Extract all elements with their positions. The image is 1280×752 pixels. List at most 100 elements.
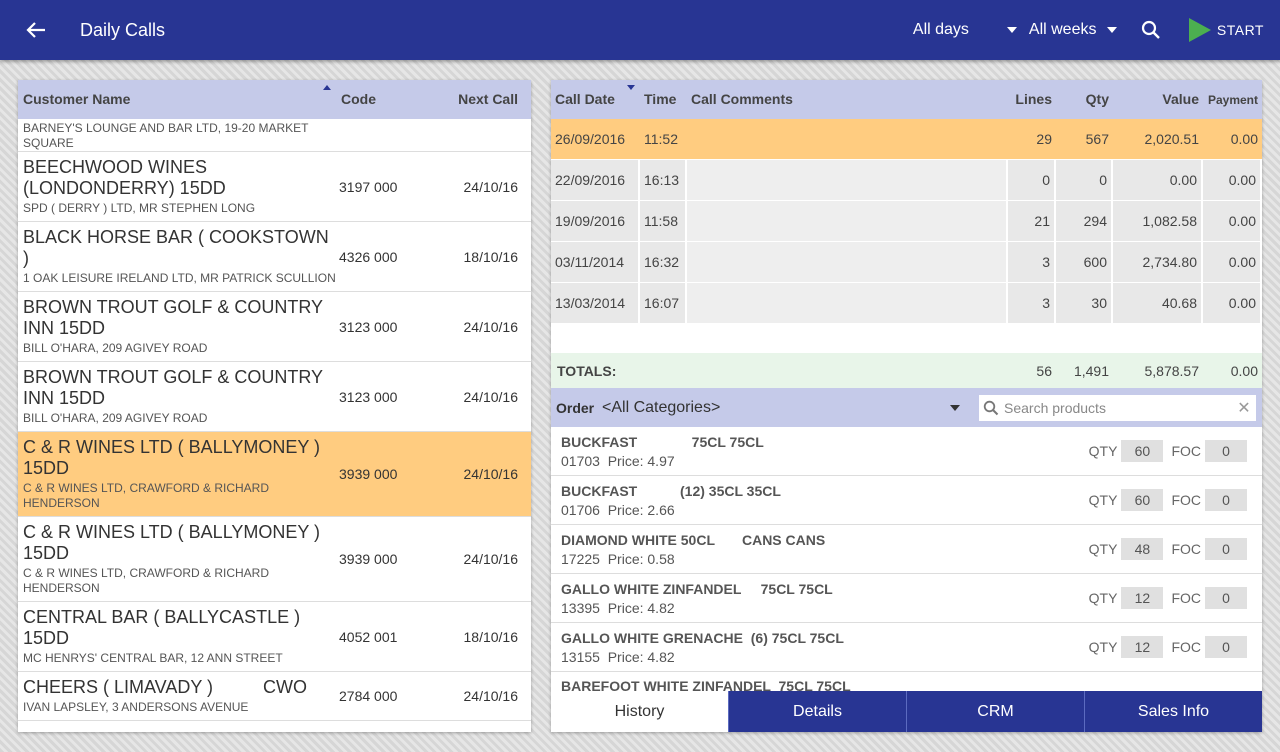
- customer-name: BEECHWOOD WINES (LONDONDERRY) 15DD: [23, 157, 226, 198]
- customer-address: MC HENRYS' CENTRAL BAR, 12 ANN STREET: [23, 651, 283, 665]
- customer-row[interactable]: BROWN TROUT GOLF & COUNTRY INN 15DD BILL …: [18, 362, 531, 432]
- back-button[interactable]: [0, 0, 72, 60]
- foc-input[interactable]: 0: [1205, 636, 1247, 658]
- call-lines: 21: [1008, 201, 1056, 241]
- product-row[interactable]: GALLO WHITE GRENACHE (6) 75CL 75CL 13155 …: [551, 623, 1262, 672]
- customer-row[interactable]: BLACK HORSE BAR ( COOKSTOWN ) 1 OAK LEISU…: [18, 222, 531, 292]
- customer-row[interactable]: BROWN TROUT GOLF & COUNTRY INN 15DD BILL …: [18, 292, 531, 362]
- qty-input[interactable]: 12: [1121, 636, 1164, 658]
- tab-details[interactable]: Details: [728, 691, 906, 732]
- column-header-lines[interactable]: Lines: [1008, 91, 1056, 107]
- call-lines: 0: [1008, 160, 1056, 200]
- next-call-date: 24/10/16: [463, 466, 519, 482]
- qty-input[interactable]: 12: [1121, 587, 1164, 609]
- call-comments: [687, 160, 1008, 200]
- product-row[interactable]: BUCKFAST 75CL 75CL 01703 Price: 4.97 QTY 60…: [551, 427, 1262, 476]
- category-value: <All Categories>: [602, 398, 721, 416]
- qty-input[interactable]: 60: [1121, 489, 1164, 511]
- product-code: 01706: [561, 501, 600, 518]
- product-row[interactable]: BUCKFAST (12) 35CL 35CL 01706 Price: 2.66…: [551, 476, 1262, 525]
- customer-address: IVAN LAPSLEY, 3 ANDERSONS AVENUE: [23, 700, 249, 714]
- qty-input[interactable]: 60: [1121, 440, 1164, 462]
- call-value: 2,020.51: [1144, 131, 1200, 147]
- foc-input[interactable]: 0: [1205, 538, 1247, 560]
- history-row[interactable]: 26/09/2016 11:52 29 567 2,020.51 0.00: [551, 119, 1262, 160]
- customer-row[interactable]: C & R WINES LTD ( BALLYMONEY ) 15DD C & R…: [18, 517, 531, 602]
- call-time: 11:58: [640, 201, 687, 241]
- history-row[interactable]: 13/03/2014 16:07 3 30 40.68 0.00: [551, 283, 1262, 324]
- column-header-time[interactable]: Time: [640, 91, 687, 107]
- totals-label: TOTALS:: [557, 362, 617, 379]
- qty-label: QTY: [1088, 639, 1118, 655]
- customer-row[interactable]: BEECHWOOD WINES (LONDONDERRY) 15DD SPD ( …: [18, 152, 531, 222]
- call-value: 1,082.58: [1113, 201, 1203, 241]
- next-call-date: 18/10/16: [463, 248, 519, 265]
- product-code-price: 13155 Price: 4.82: [561, 649, 1089, 665]
- order-label: Order: [556, 399, 595, 416]
- column-header-code[interactable]: Code: [336, 91, 436, 107]
- product-row[interactable]: DIAMOND WHITE 50CL CANS CANS 17225 Price:…: [551, 525, 1262, 574]
- totals-payment: 0.00: [1230, 362, 1258, 379]
- history-row[interactable]: 22/09/2016 16:13 0 0 0.00 0.00: [551, 160, 1262, 201]
- product-code: 13395: [561, 599, 600, 616]
- history-row[interactable]: 19/09/2016 11:58 21 294 1,082.58 0.00: [551, 201, 1262, 242]
- call-lines: 3: [1008, 283, 1056, 323]
- product-code-price: 17225 Price: 0.58: [561, 551, 1089, 567]
- qty-input[interactable]: 48: [1121, 538, 1164, 560]
- product-price: Price: 4.82: [607, 648, 675, 665]
- customer-address: 1 OAK LEISURE IRELAND LTD, MR PATRICK SC…: [23, 271, 336, 285]
- call-time: 16:32: [640, 242, 687, 282]
- customer-name: BROWN TROUT GOLF & COUNTRY INN 15DD: [23, 367, 328, 408]
- customer-address: C & R WINES LTD, CRAWFORD & RICHARD HEND…: [23, 566, 270, 595]
- foc-input[interactable]: 0: [1205, 440, 1247, 462]
- start-label: START: [1216, 22, 1264, 38]
- clear-icon[interactable]: ✕: [1232, 398, 1256, 418]
- call-time: 11:52: [644, 131, 678, 147]
- tab-sales-info[interactable]: Sales Info: [1084, 691, 1262, 732]
- foc-input[interactable]: 0: [1205, 489, 1247, 511]
- days-filter-dropdown[interactable]: All days: [913, 0, 1019, 60]
- customer-row[interactable]: BARNEY'S LOUNGE AND BAR LTD, 19-20 MARKE…: [18, 119, 531, 152]
- search-button[interactable]: [1131, 0, 1171, 60]
- product-row[interactable]: GALLO WHITE ZINFANDEL 75CL 75CL 13395 Pri…: [551, 574, 1262, 623]
- column-header-customer-name[interactable]: Customer Name: [18, 91, 336, 107]
- foc-input[interactable]: 0: [1205, 587, 1247, 609]
- category-dropdown[interactable]: <All Categories>: [602, 399, 964, 417]
- product-info: GALLO WHITE GRENACHE (6) 75CL 75CL 13155 …: [561, 630, 1089, 665]
- customer-row[interactable]: CENTRAL BAR ( BALLYCASTLE ) 15DD MC HENRY…: [18, 602, 531, 672]
- call-comments: [687, 201, 1008, 241]
- call-payment: 0.00: [1203, 242, 1262, 282]
- history-row[interactable]: 03/11/2014 16:32 3 600 2,734.80 0.00: [551, 242, 1262, 283]
- customer-code: 3123 000: [339, 318, 398, 335]
- column-header-value[interactable]: Value: [1113, 91, 1203, 107]
- qty-label: QTY: [1088, 443, 1118, 459]
- column-header-qty[interactable]: Qty: [1056, 91, 1113, 107]
- history-list: 26/09/2016 11:52 29 567 2,020.51 0.00 22/09/20…: [551, 119, 1262, 324]
- customer-row[interactable]: CHEERS ( LIMAVADY ) CWO IVAN LAPSLEY, 3 A…: [18, 672, 531, 721]
- product-name: BUCKFAST 75CL 75CL: [561, 433, 764, 450]
- weeks-filter-dropdown[interactable]: All weeks: [1029, 0, 1119, 60]
- tab-history[interactable]: History: [551, 691, 728, 732]
- tab-crm[interactable]: CRM: [906, 691, 1084, 732]
- call-date: 22/09/2016: [551, 160, 640, 200]
- customer-name-cell: CENTRAL BAR ( BALLYCASTLE ) 15DD MC HENRY…: [18, 602, 336, 671]
- customer-row[interactable]: C & R WINES LTD ( BALLYMONEY ) 15DD C & R…: [18, 432, 531, 517]
- totals-qty: 1,491: [1073, 362, 1109, 379]
- customer-code: 3123 000: [339, 388, 398, 405]
- product-search-input[interactable]: Search products ✕: [979, 394, 1256, 421]
- column-header-next-call[interactable]: Next Call: [436, 91, 531, 107]
- customer-name: C & R WINES LTD ( BALLYMONEY ) 15DD: [23, 437, 326, 478]
- start-button[interactable]: START: [1175, 0, 1280, 60]
- column-header-call-date[interactable]: Call Date: [551, 91, 640, 107]
- column-header-call-comments[interactable]: Call Comments: [687, 91, 1008, 107]
- customer-name-cell: BARNEY'S LOUNGE AND BAR LTD, 19-20 MARKE…: [18, 119, 336, 151]
- next-call-date: 24/10/16: [463, 318, 519, 335]
- customer-name-cell: C & R WINES LTD ( BALLYMONEY ) 15DD C & R…: [18, 432, 336, 516]
- customer-name: C & R WINES LTD ( BALLYMONEY ) 15DD: [23, 522, 326, 563]
- call-comments: [687, 283, 1008, 323]
- call-comments: [687, 242, 1008, 282]
- call-qty: 0: [1056, 160, 1113, 200]
- column-header-payment[interactable]: Payment: [1203, 93, 1262, 107]
